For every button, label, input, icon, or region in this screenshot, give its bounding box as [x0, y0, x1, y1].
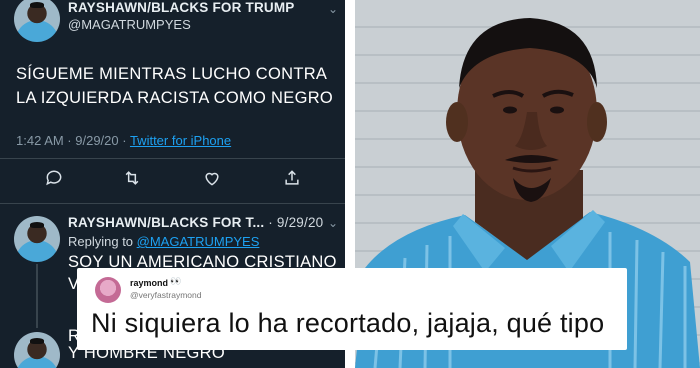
replying-to: Replying to @MAGATRUMPYES — [68, 234, 259, 249]
next-avatar[interactable] — [14, 332, 60, 368]
chevron-down-icon[interactable]: ⌄ — [328, 2, 338, 16]
tweet-text-line-2: LA IZQUIERDA RACISTA COMO NEGRO — [16, 89, 334, 107]
reply-date: · 9/29/20 — [268, 215, 324, 230]
commenter-handle[interactable]: @veryfastraymond — [130, 290, 201, 300]
author-name[interactable]: RAYSHAWN/BLACKS FOR TRUMP — [68, 0, 295, 15]
reply-author-name[interactable]: RAYSHAWN/BLACKS FOR T... · 9/29/20 — [68, 215, 323, 230]
comment-text: Ni siquiera lo ha recortado, jajaja, qué… — [91, 308, 605, 338]
actions-divider — [0, 203, 345, 204]
tweet-source-link[interactable]: Twitter for iPhone — [130, 133, 231, 148]
tweet-actions — [40, 168, 315, 192]
share-icon[interactable] — [282, 168, 306, 192]
chevron-down-icon[interactable]: ⌄ — [328, 216, 338, 230]
reply-author-label: RAYSHAWN/BLACKS FOR T... — [68, 215, 265, 230]
author-handle[interactable]: @MAGATRUMPYES — [68, 17, 191, 32]
commenter-username[interactable]: raymond — [130, 278, 168, 288]
tweet-timestamp: 1:42 AM · 9/29/20 · Twitter for iPhone — [16, 133, 231, 148]
tweet-time: 1:42 AM · 9/29/20 · — [16, 133, 130, 148]
reply-icon[interactable] — [44, 168, 68, 192]
replying-handle-link[interactable]: @MAGATRUMPYES — [137, 234, 260, 249]
meta-divider — [0, 158, 345, 159]
like-icon[interactable] — [202, 168, 226, 192]
author-avatar[interactable] — [14, 0, 60, 42]
eyes-emoji-icon: 👀 — [170, 276, 182, 286]
thread-line — [36, 264, 38, 328]
reply-avatar[interactable] — [14, 216, 60, 262]
comment-card: raymond 👀 @veryfastraymond Ni siquiera l… — [77, 268, 627, 350]
tweet-text-line-1: SÍGUEME MIENTRAS LUCHO CONTRA — [16, 65, 328, 83]
replying-prefix: Replying to — [68, 234, 137, 249]
retweet-icon[interactable] — [122, 168, 146, 192]
commenter-avatar[interactable] — [95, 277, 121, 303]
